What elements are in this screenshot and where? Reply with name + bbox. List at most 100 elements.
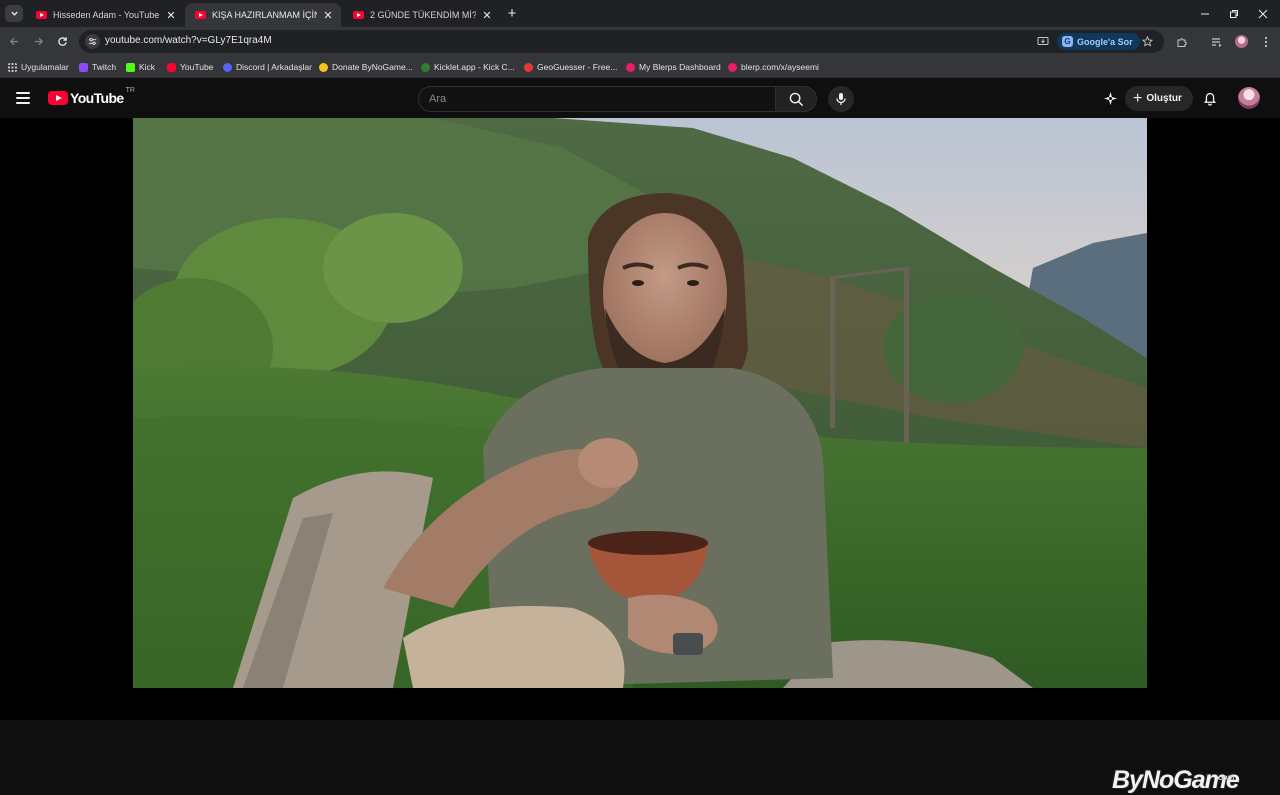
blerp-icon xyxy=(626,62,635,72)
kick-icon xyxy=(126,62,135,72)
forward-button[interactable] xyxy=(30,33,47,50)
tune-icon xyxy=(88,38,97,45)
arrow-left-icon xyxy=(9,37,19,46)
media-queue-icon xyxy=(1211,37,1221,47)
hamburger-line xyxy=(16,97,30,99)
geoguesser-icon xyxy=(524,62,533,72)
url-text: youtube.com/watch?v=GLy7E1qra4M xyxy=(105,35,272,46)
bookmark-geoguesser[interactable]: GeoGuesser - Free... xyxy=(524,60,617,74)
google-ask-label: Google'a Sor xyxy=(1077,36,1133,47)
browser-menu-button[interactable] xyxy=(1257,33,1274,50)
video-player[interactable]: ByNoGame .com xyxy=(0,118,1280,794)
browser-tab[interactable]: 2 GÜNDE TÜKENDİM Mİ? 🫠 | A ✕ xyxy=(343,3,500,27)
browser-toolbar: youtube.com/watch?v=GLy7E1qra4M G Google… xyxy=(0,27,1280,56)
microphone-icon xyxy=(836,93,846,105)
bookmark-star-button[interactable] xyxy=(1140,34,1155,49)
back-button[interactable] xyxy=(6,33,23,50)
video-frame[interactable] xyxy=(133,118,1147,688)
voice-search-button[interactable] xyxy=(828,86,854,112)
tab-strip: Hisseden Adam - YouTube ✕ KIŞA HAZIRLANM… xyxy=(0,0,1280,27)
country-code: TR xyxy=(125,87,135,94)
star-icon xyxy=(1142,36,1153,47)
bookmark-label: GeoGuesser - Free... xyxy=(537,62,618,72)
browser-tab-active[interactable]: KIŞA HAZIRLANMAM İÇİN 1 HA ✕ xyxy=(185,3,341,27)
bookmark-label: Uygulamalar xyxy=(21,62,69,72)
bookmark-kick[interactable]: Kick xyxy=(126,60,155,74)
guide-menu-button[interactable] xyxy=(15,90,31,106)
blerp-icon xyxy=(728,62,737,72)
hamburger-line xyxy=(16,92,30,94)
bookmark-blerp-profile[interactable]: blerp.com/x/ayseemi xyxy=(728,60,819,74)
bookmark-label: Kicklet.app - Kick C... xyxy=(434,62,515,72)
bookmark-label: Kick xyxy=(139,62,156,72)
bookmark-label: Donate ByNoGame... xyxy=(332,62,413,72)
tab-title: Hisseden Adam - YouTube xyxy=(53,10,160,20)
discord-icon xyxy=(223,62,232,72)
close-window-button[interactable] xyxy=(1246,0,1280,27)
puzzle-icon xyxy=(1177,37,1187,47)
bookmark-youtube[interactable]: YouTube xyxy=(167,60,213,74)
create-button[interactable]: + Oluştur xyxy=(1125,86,1193,111)
plus-icon: + xyxy=(1133,89,1143,107)
bookmark-kicklet[interactable]: Kicklet.app - Kick C... xyxy=(421,60,515,74)
tab-title: 2 GÜNDE TÜKENDİM Mİ? 🫠 | A xyxy=(370,9,476,20)
lens-icon: G xyxy=(1062,36,1073,47)
restore-icon xyxy=(1230,9,1238,18)
reload-button[interactable] xyxy=(54,33,71,50)
hamburger-line xyxy=(16,102,30,104)
watermark-domain: .com xyxy=(1216,773,1235,782)
browser-profile-avatar[interactable] xyxy=(1235,35,1248,48)
search-input[interactable] xyxy=(419,87,775,111)
tab-search-button[interactable] xyxy=(5,5,23,22)
video-scene-image xyxy=(133,118,1147,688)
bookmark-discord[interactable]: Discord | Arkadaşlar xyxy=(223,60,312,74)
new-tab-button[interactable]: + xyxy=(503,5,521,22)
bookmarks-bar: Uygulamalar Twitch Kick YouTube Discord … xyxy=(0,56,1280,78)
account-avatar[interactable] xyxy=(1238,87,1260,109)
site-info-button[interactable] xyxy=(85,34,100,49)
reload-icon xyxy=(58,37,67,46)
search-box xyxy=(418,86,775,112)
minimize-icon xyxy=(1201,13,1209,14)
arrow-right-icon xyxy=(34,37,44,46)
youtube-logo-text: YouTube xyxy=(70,90,124,106)
bookmark-label: YouTube xyxy=(180,62,214,72)
browser-tab[interactable]: Hisseden Adam - YouTube ✕ xyxy=(26,3,184,27)
ai-sparkle-button[interactable] xyxy=(1099,87,1121,109)
bookmark-label: Discord | Arkadaşlar xyxy=(236,62,312,72)
notifications-button[interactable] xyxy=(1199,87,1221,109)
bookmark-twitch[interactable]: Twitch xyxy=(79,60,116,74)
youtube-favicon-icon xyxy=(36,11,47,19)
chevron-down-icon xyxy=(10,11,18,16)
tab-title: KIŞA HAZIRLANMAM İÇİN 1 HA xyxy=(212,10,317,20)
close-tab-icon[interactable]: ✕ xyxy=(321,8,335,22)
install-app-button[interactable] xyxy=(1035,34,1050,49)
youtube-logo[interactable]: YouTube TR xyxy=(48,87,135,106)
address-bar[interactable]: youtube.com/watch?v=GLy7E1qra4M G Google… xyxy=(79,30,1164,53)
google-ask-button[interactable]: G Google'a Sor xyxy=(1057,33,1140,50)
bell-icon xyxy=(1203,92,1217,106)
sparkle-icon xyxy=(1103,91,1117,105)
apps-grid-icon xyxy=(8,62,17,72)
bookmark-donate[interactable]: Donate ByNoGame... xyxy=(319,60,413,74)
close-tab-icon[interactable]: ✕ xyxy=(480,8,494,22)
close-tab-icon[interactable]: ✕ xyxy=(164,8,178,22)
search-button[interactable] xyxy=(775,86,817,112)
bookmark-label: Twitch xyxy=(92,62,117,72)
search-icon xyxy=(789,92,803,106)
bookmark-label: blerp.com/x/ayseemi xyxy=(741,62,819,72)
bookmark-blerps-dashboard[interactable]: My Blerps Dashboard xyxy=(626,60,721,74)
bookmark-apps[interactable]: Uygulamalar xyxy=(8,60,69,74)
reading-list-button[interactable] xyxy=(1208,33,1225,50)
bynogame-icon xyxy=(319,62,328,72)
youtube-favicon-icon xyxy=(195,11,206,19)
twitch-icon xyxy=(79,62,88,72)
create-label: Oluştur xyxy=(1146,93,1182,104)
close-icon xyxy=(1258,9,1268,18)
extensions-button[interactable] xyxy=(1173,33,1190,50)
install-icon xyxy=(1037,37,1048,45)
youtube-favicon-icon xyxy=(353,11,364,19)
youtube-play-icon xyxy=(48,91,68,105)
youtube-icon xyxy=(167,62,176,72)
kicklet-icon xyxy=(421,62,430,72)
